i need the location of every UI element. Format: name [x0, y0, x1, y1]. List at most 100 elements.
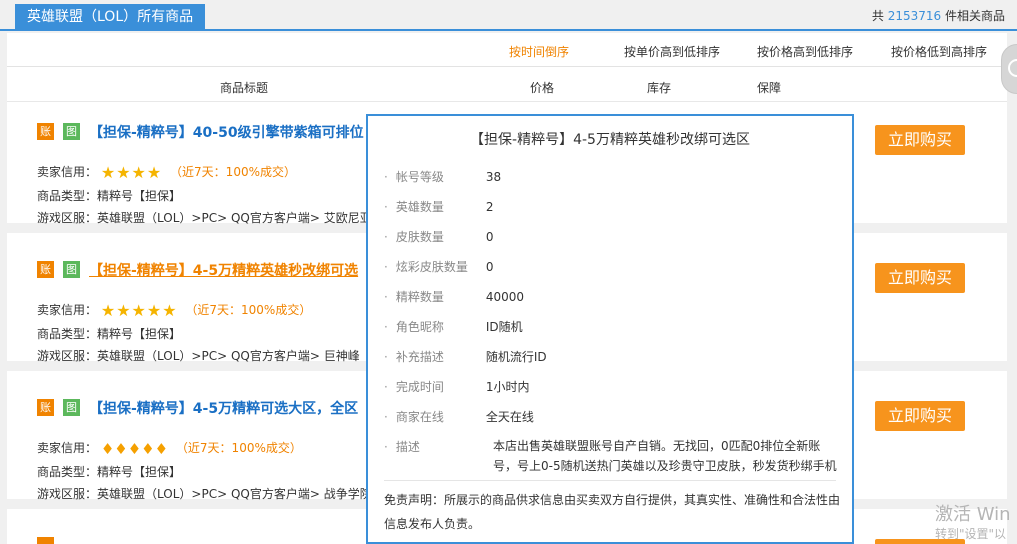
detail-row: · 皮肤数量 0 [384, 228, 493, 245]
product-type-row: 商品类型：精粹号【担保】 [37, 325, 181, 342]
server-value: 英雄联盟（LOL）>PC> QQ官方客户端> 艾欧尼亚 [97, 211, 372, 225]
listing-title-link[interactable]: 【担保-精粹号】4-5万精粹英雄秒改绑可选 [89, 260, 358, 280]
server-value: 英雄联盟（LOL）>PC> QQ官方客户端> 巨神峰 [97, 349, 360, 363]
column-title: 商品标题 [220, 81, 269, 95]
column-header: 商品标题 价格 库存 保障 [7, 68, 1007, 102]
product-type-label: 商品类型： [37, 465, 98, 479]
star-rating-icon: ★★★★ [100, 163, 163, 182]
column-stock: 库存 [647, 81, 672, 95]
detail-row: · 英雄数量 2 [384, 198, 493, 215]
bullet-icon: · [384, 170, 388, 184]
server-label: 游戏区服： [37, 211, 98, 225]
product-type-value: 精粹号【担保】 [97, 189, 182, 203]
sort-bar: 按时间倒序 按单价高到低排序 按价格高到低排序 按价格低到高排序 [7, 33, 1007, 67]
bullet-icon: · [384, 440, 388, 454]
server-label: 游戏区服： [37, 349, 98, 363]
detail-row-description: · 描述 [384, 438, 486, 455]
activation-watermark: 激活 Win [935, 504, 1011, 525]
category-bar: 英雄联盟（LOL）所有商品 共 2153716 件相关商品 [0, 0, 1017, 31]
result-count-prefix: 共 [871, 9, 884, 23]
listing-title-link[interactable]: 【担保-精粹号】4-5万精粹可选大区，全区 [89, 398, 358, 418]
detail-key: 精粹数量 [395, 290, 444, 304]
disclaimer-text: 免责声明：所展示的商品供求信息由买卖双方自行提供，其真实性、准确性和合法性由信息… [384, 493, 841, 531]
image-tag-icon[interactable]: 图 [63, 123, 80, 140]
diamond-rating-icon: ♦♦♦♦♦ [100, 439, 169, 458]
product-type-label: 商品类型： [37, 327, 98, 341]
account-tag-icon [37, 537, 54, 544]
bullet-icon: · [384, 260, 388, 274]
detail-value: 0 [485, 230, 494, 244]
popup-title: 【担保-精粹号】4-5万精粹英雄秒改绑可选区 [470, 132, 750, 148]
result-count-suffix: 件相关商品 [944, 9, 1005, 23]
image-tag-icon[interactable]: 图 [63, 399, 80, 416]
detail-value: 38 [485, 170, 502, 184]
product-type-label: 商品类型： [37, 189, 98, 203]
recent-deal-rate: （近7天：100%成交） [170, 165, 296, 179]
result-count: 共 2153716 件相关商品 [872, 7, 1005, 24]
seller-credit-label: 卖家信用： [37, 303, 98, 317]
server-value: 英雄联盟（LOL）>PC> QQ官方客户端> 战争学院 [97, 487, 372, 501]
page: 英雄联盟（LOL）所有商品 共 2153716 件相关商品 按时间倒序 按单价高… [0, 0, 1017, 544]
result-count-number: 2153716 [887, 9, 942, 23]
server-label: 游戏区服： [37, 487, 98, 501]
bullet-icon: · [384, 200, 388, 214]
detail-key: 商家在线 [395, 410, 444, 424]
seller-credit-label: 卖家信用： [37, 165, 98, 179]
buy-now-button[interactable]: 立即购买 [875, 401, 965, 431]
detail-row: · 补充描述 随机流行ID [384, 348, 547, 365]
detail-row: · 商家在线 全天在线 [384, 408, 534, 425]
sort-by-unit-price-desc[interactable]: 按单价高到低排序 [624, 43, 720, 60]
bullet-icon: · [384, 350, 388, 364]
product-type-row: 商品类型：精粹号【担保】 [37, 187, 181, 204]
detail-value: 0 [485, 260, 494, 274]
category-tab[interactable]: 英雄联盟（LOL）所有商品 [15, 4, 206, 31]
sort-by-price-desc[interactable]: 按价格高到低排序 [757, 43, 853, 60]
recent-deal-rate: （近7天：100%成交） [185, 303, 312, 317]
detail-value: ID随机 [485, 320, 523, 334]
account-tag-icon: 账 [37, 399, 54, 416]
detail-key: 帐号等级 [395, 170, 444, 184]
side-float-icon[interactable] [1001, 44, 1017, 94]
buy-now-button[interactable]: 立即购买 [875, 125, 965, 155]
popup-divider [384, 480, 836, 481]
bullet-icon: · [384, 290, 388, 304]
listing-detail-popup: 【担保-精粹号】4-5万精粹英雄秒改绑可选区 · 帐号等级 38 · 英雄数量 2 · 皮… [366, 114, 854, 544]
bullet-icon: · [384, 320, 388, 334]
recent-deal-rate: （近7天：100%成交） [175, 441, 302, 455]
listing-title-link[interactable]: 【担保-精粹号】40-50级引擎带紫箱可排位 [89, 122, 364, 142]
activation-watermark-sub: 转到"设置"以 [935, 527, 1007, 541]
detail-value: 40000 [485, 290, 525, 304]
detail-key: 皮肤数量 [395, 230, 444, 244]
seller-credit-row: 卖家信用： ★★★★ （近7天：100%成交） [37, 163, 296, 182]
detail-key: 炫彩皮肤数量 [395, 260, 468, 274]
seller-credit-row: 卖家信用： ♦♦♦♦♦ （近7天：100%成交） [37, 439, 302, 458]
account-tag-icon: 账 [37, 123, 54, 140]
detail-key: 角色昵称 [395, 320, 444, 334]
detail-key: 补充描述 [395, 350, 444, 364]
star-rating-icon: ★★★★★ [100, 301, 178, 320]
column-price: 价格 [530, 81, 555, 95]
seller-credit-label: 卖家信用： [37, 441, 98, 455]
server-row: 游戏区服：英雄联盟（LOL）>PC> QQ官方客户端> 战争学院 [37, 485, 372, 502]
buy-now-button[interactable]: 立即购买 [875, 263, 965, 293]
image-tag-icon[interactable]: 图 [63, 261, 80, 278]
sort-by-price-asc[interactable]: 按价格低到高排序 [891, 43, 987, 60]
product-type-value: 精粹号【担保】 [97, 327, 182, 341]
circle-icon [1008, 59, 1017, 77]
description-text: 本店出售英雄联盟账号自产自销。无找回，0匹配0排位全新账号，号上0-5随机送热门… [493, 439, 837, 473]
product-type-value: 精粹号【担保】 [97, 465, 182, 479]
sort-by-time-desc[interactable]: 按时间倒序 [509, 43, 569, 60]
product-type-row: 商品类型：精粹号【担保】 [37, 463, 181, 480]
detail-row: · 完成时间 1小时内 [384, 378, 529, 395]
bullet-icon: · [384, 410, 388, 424]
detail-value: 随机流行ID [485, 350, 547, 364]
bullet-icon: · [384, 380, 388, 394]
server-row: 游戏区服：英雄联盟（LOL）>PC> QQ官方客户端> 艾欧尼亚 [37, 209, 372, 226]
detail-value: 全天在线 [485, 410, 534, 424]
detail-row: · 精粹数量 40000 [384, 288, 524, 305]
detail-key: 描述 [395, 440, 420, 454]
seller-credit-row: 卖家信用： ★★★★★ （近7天：100%成交） [37, 301, 311, 320]
detail-row: · 炫彩皮肤数量 0 [384, 258, 493, 275]
bullet-icon: · [384, 230, 388, 244]
column-guarantee: 保障 [757, 81, 782, 95]
